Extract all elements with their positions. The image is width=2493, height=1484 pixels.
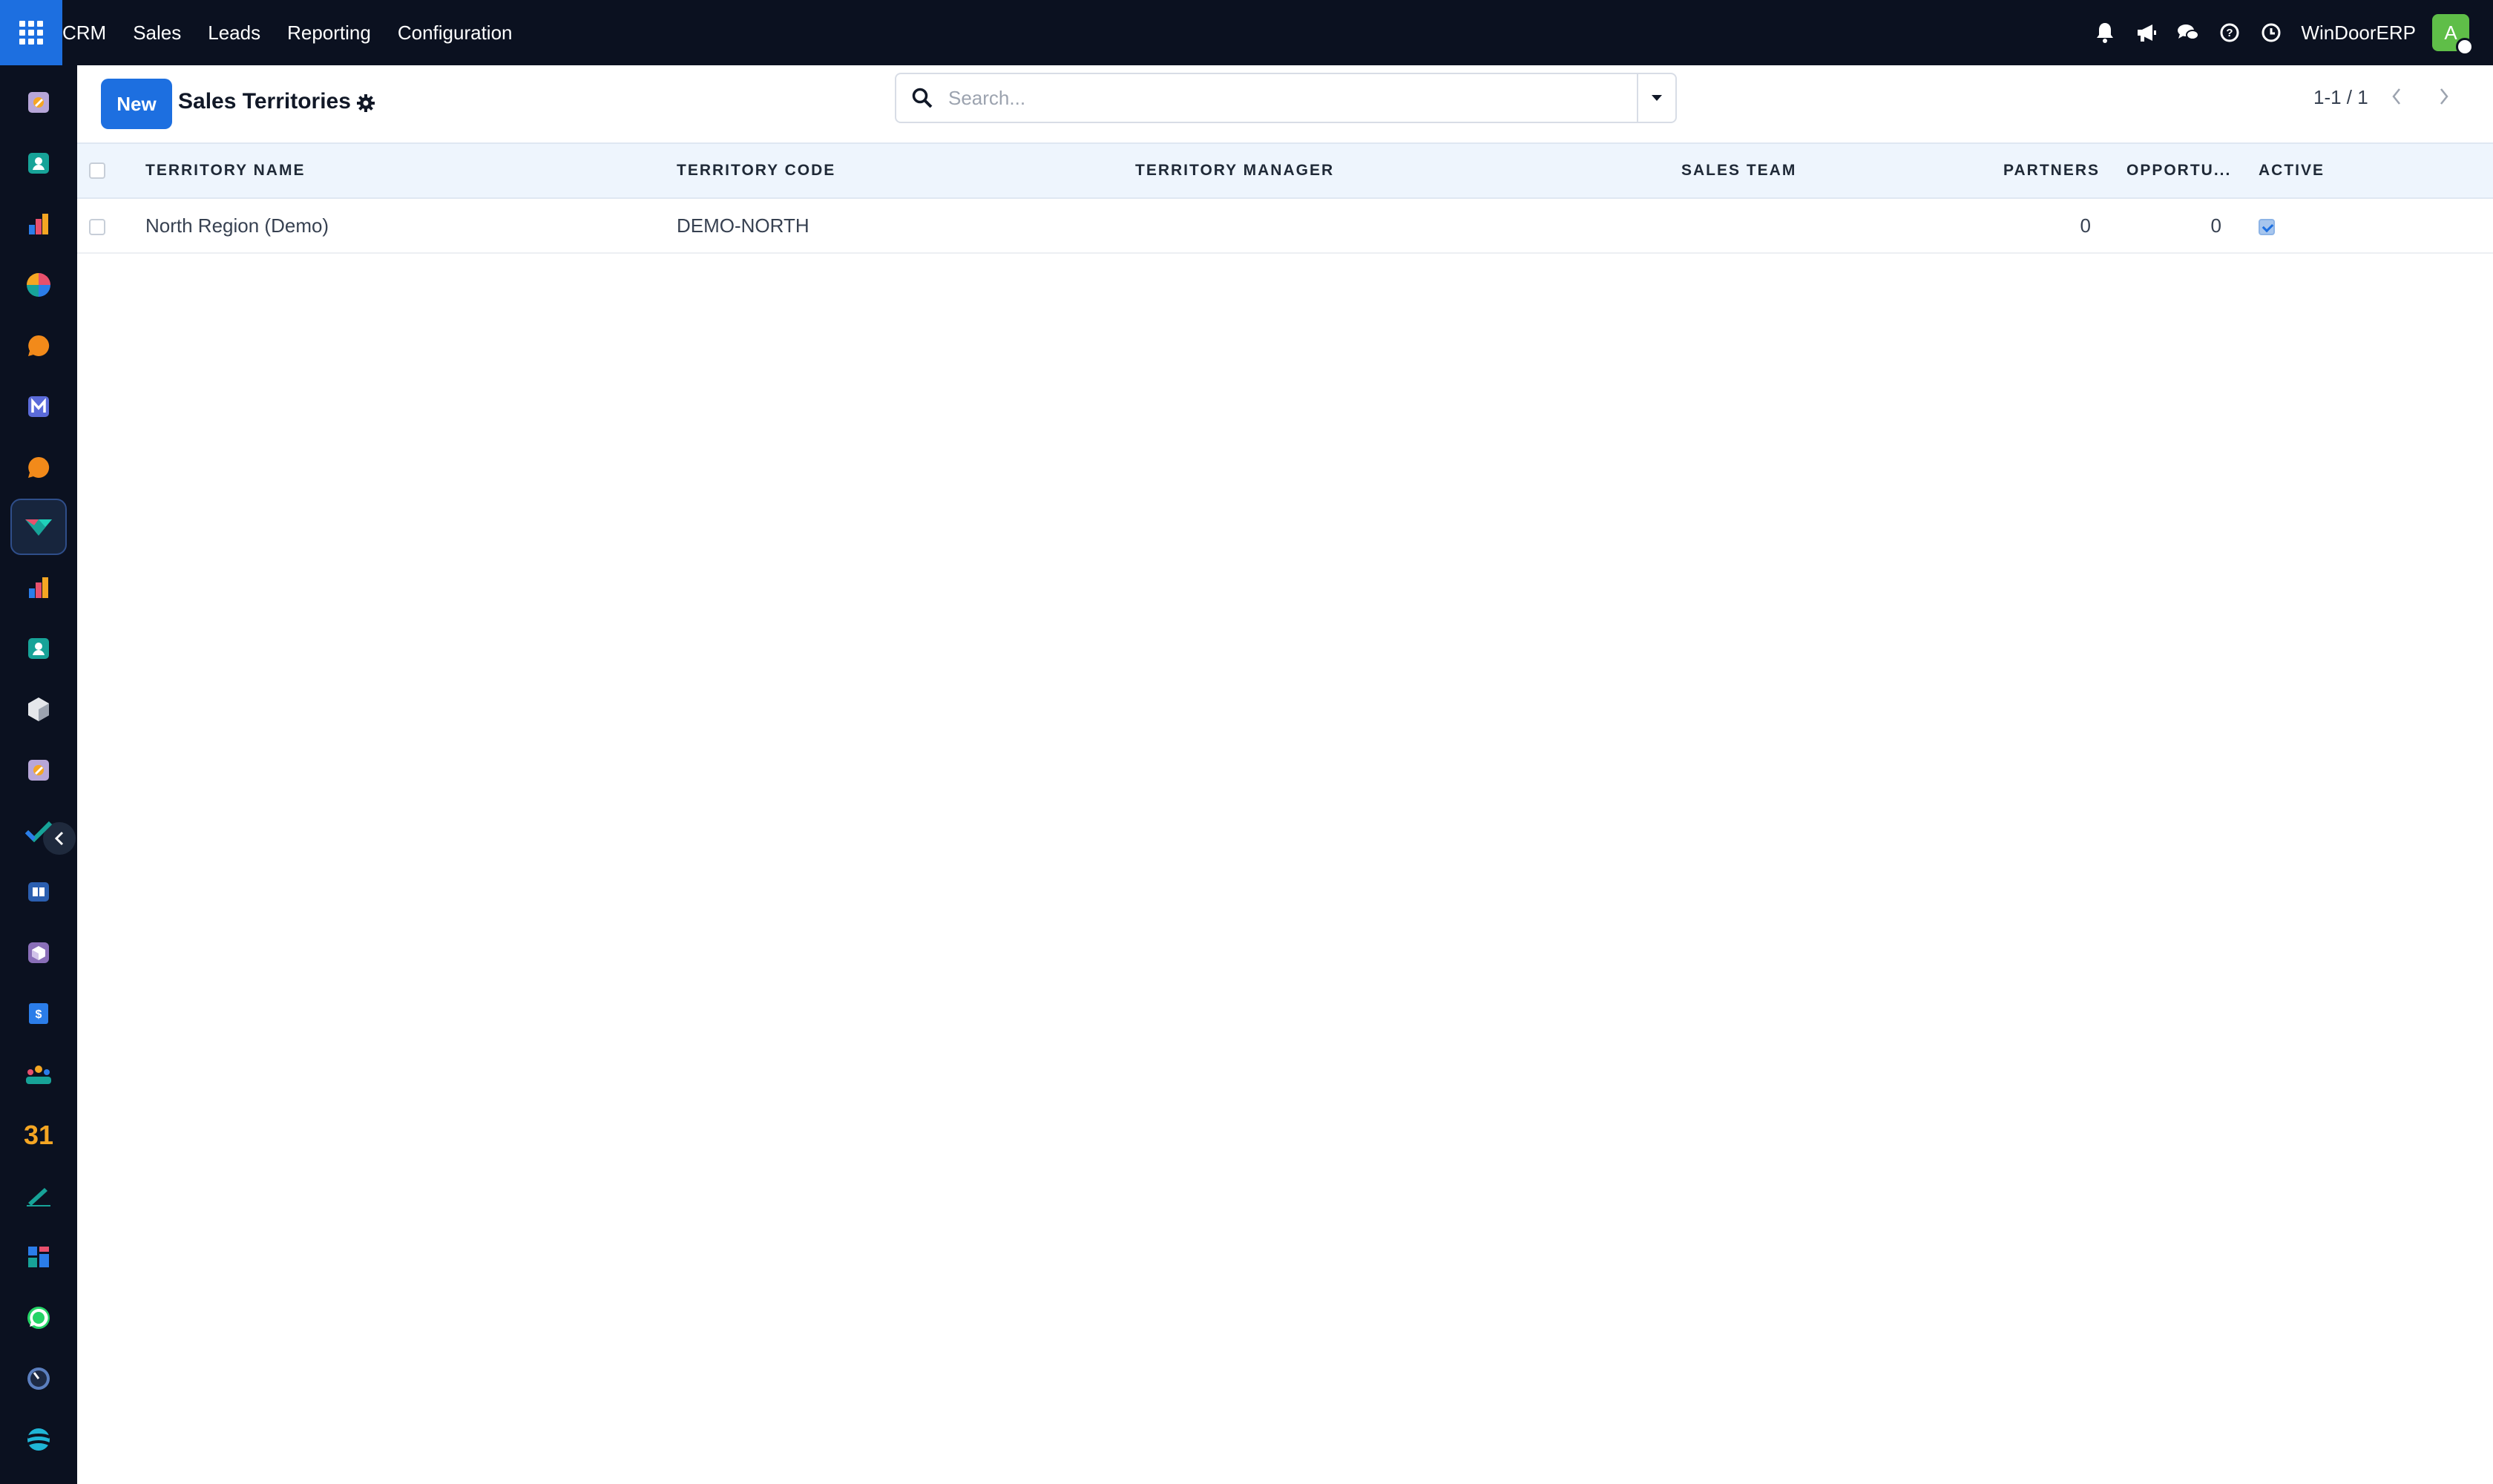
pager-value[interactable]: 1-1 / 1 <box>2313 86 2368 109</box>
documents-icon[interactable] <box>10 742 67 798</box>
cell-territory-manager[interactable] <box>1132 198 1678 254</box>
discuss-icon[interactable] <box>10 74 67 131</box>
chevron-left-icon <box>2392 88 2400 105</box>
knowledge-icon[interactable] <box>10 864 67 920</box>
invoicing-icon[interactable]: $ <box>10 985 67 1042</box>
apps-grid-icon <box>19 21 43 45</box>
select-all-cell <box>77 142 142 199</box>
gear-icon[interactable] <box>353 91 378 116</box>
project-icon[interactable] <box>10 803 67 859</box>
cell-active[interactable] <box>2247 198 2493 254</box>
table-row[interactable]: North Region (Demo) DEMO-NORTH 0 0 <box>77 198 2493 254</box>
cell-opportunities[interactable]: 0 <box>2116 198 2247 254</box>
whatsapp-icon[interactable] <box>10 1290 67 1346</box>
active-checkbox[interactable] <box>2259 218 2275 235</box>
svg-text:$: $ <box>36 1008 42 1021</box>
systray: ? WinDoorERP A <box>2084 0 2493 65</box>
chat-icon[interactable] <box>2167 0 2209 65</box>
menu-sales[interactable]: Sales <box>119 0 194 65</box>
presence-status-dot <box>2456 38 2474 56</box>
column-territory-name[interactable]: TERRITORY NAME <box>142 142 674 199</box>
table-header-row: TERRITORY NAME TERRITORY CODE TERRITORY … <box>77 142 2493 199</box>
clock-icon[interactable] <box>2250 0 2292 65</box>
apps-dashboard-icon[interactable] <box>10 1229 67 1285</box>
timer-icon[interactable] <box>10 1350 67 1407</box>
territories-list-table: TERRITORY NAME TERRITORY CODE TERRITORY … <box>77 142 2493 254</box>
row-select-cell <box>77 198 142 254</box>
user-avatar[interactable]: A <box>2432 14 2474 56</box>
crm-icon[interactable] <box>10 499 67 555</box>
app-brand-crm[interactable]: CRM <box>62 0 119 65</box>
bell-icon[interactable] <box>2084 0 2126 65</box>
search-icon[interactable] <box>896 74 948 122</box>
product-box-icon[interactable] <box>10 925 67 981</box>
search-bar <box>895 73 1677 123</box>
menu-leads[interactable]: Leads <box>194 0 274 65</box>
live-chat-icon[interactable] <box>10 439 67 496</box>
help-icon[interactable]: ? <box>2209 0 2250 65</box>
reporting-icon[interactable] <box>10 559 67 616</box>
cell-sales-team[interactable] <box>1678 198 1991 254</box>
sign-icon[interactable] <box>10 1168 67 1224</box>
inventory-icon[interactable] <box>10 681 67 738</box>
column-partners[interactable]: PARTNERS <box>1991 142 2116 199</box>
menu-reporting[interactable]: Reporting <box>274 0 384 65</box>
new-button[interactable]: New <box>101 79 172 129</box>
company-switcher[interactable]: WinDoorERP <box>2301 22 2416 45</box>
column-active[interactable]: ACTIVE <box>2247 142 2493 199</box>
avatar-initial: A <box>2444 21 2457 44</box>
cell-territory-name[interactable]: North Region (Demo) <box>142 198 674 254</box>
pager-previous-button[interactable] <box>2374 73 2419 120</box>
chat-bubble-icon[interactable] <box>10 318 67 374</box>
cell-territory-code[interactable]: DEMO-NORTH <box>674 198 1132 254</box>
row-select-checkbox[interactable] <box>89 218 105 235</box>
page-title[interactable]: Sales Territories <box>178 89 351 114</box>
top-navbar: CRM Sales Leads Reporting Configuration … <box>0 0 2493 65</box>
search-options-toggle[interactable] <box>1637 74 1675 122</box>
menu-configuration[interactable]: Configuration <box>384 0 526 65</box>
pie-chart-icon[interactable] <box>10 257 67 313</box>
column-territory-manager[interactable]: TERRITORY MANAGER <box>1132 142 1678 199</box>
control-panel: New Sales Territories 1-1 / 1 <box>77 65 2493 142</box>
column-sales-team[interactable]: SALES TEAM <box>1678 142 1991 199</box>
search-input[interactable] <box>948 76 1637 120</box>
cell-partners[interactable]: 0 <box>1991 198 2116 254</box>
calendar-day-number: 31 <box>23 1120 54 1150</box>
mail-icon[interactable] <box>10 378 67 435</box>
employees-icon[interactable] <box>10 620 67 677</box>
calendar-icon[interactable]: 31 <box>10 1107 67 1163</box>
app-sidebar: $ 31 <box>0 65 77 1484</box>
website-icon[interactable] <box>10 1411 67 1468</box>
apps-menu-button[interactable] <box>0 0 62 65</box>
main-menu: CRM Sales Leads Reporting Configuration <box>62 0 526 65</box>
svg-text:?: ? <box>2227 27 2233 39</box>
column-opportunities[interactable]: OPPORTU... <box>2116 142 2247 199</box>
team-icon[interactable] <box>10 1046 67 1103</box>
pager-next-button[interactable] <box>2422 73 2466 120</box>
dashboard-icon[interactable] <box>10 196 67 252</box>
megaphone-icon[interactable] <box>2126 0 2167 65</box>
column-territory-code[interactable]: TERRITORY CODE <box>674 142 1132 199</box>
caret-down-icon <box>1652 95 1662 101</box>
contacts-icon[interactable] <box>10 135 67 191</box>
select-all-checkbox[interactable] <box>89 162 105 180</box>
chevron-right-icon <box>2440 88 2448 105</box>
